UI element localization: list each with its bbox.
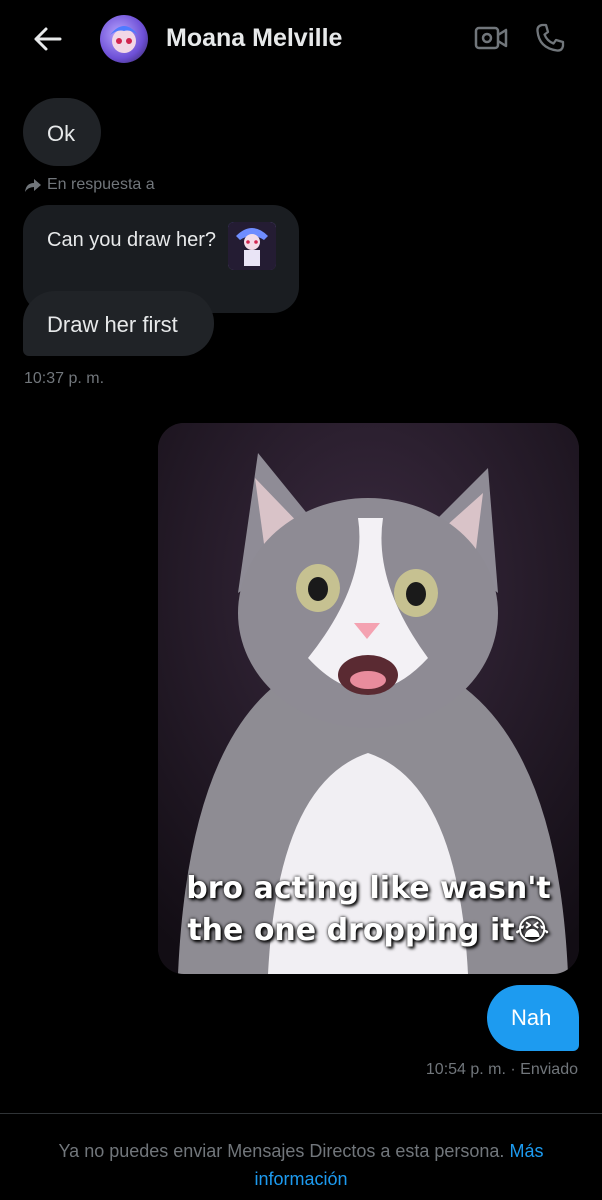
dm-restriction-notice: Ya no puedes enviar Mensajes Directos a … <box>20 1137 582 1193</box>
message-text: Ok <box>47 121 76 146</box>
avatar[interactable] <box>100 15 148 63</box>
message-timestamp-sent: 10:54 p. m. · Enviado <box>425 1061 578 1078</box>
reply-arrow-icon <box>25 179 41 192</box>
image-message[interactable]: bro acting like wasn't the one dropping … <box>158 423 579 974</box>
reply-label: En respuesta a <box>47 176 155 193</box>
image-caption-line: bro acting like wasn't <box>186 871 551 906</box>
back-arrow-icon[interactable] <box>30 24 64 54</box>
video-call-icon[interactable] <box>474 24 508 52</box>
divider <box>0 1113 602 1114</box>
message-bubble-received[interactable]: Ok <box>23 98 101 166</box>
message-bubble-received[interactable]: Draw her first <box>23 291 214 356</box>
message-text: Nah <box>511 1005 552 1030</box>
message-timestamp: 10:37 p. m. <box>24 370 105 387</box>
phone-icon[interactable] <box>534 22 566 54</box>
quoted-text: Can you draw her? <box>47 229 216 251</box>
notice-text: Ya no puedes enviar Mensajes Directos a … <box>58 1141 505 1161</box>
conversation-header: Moana Melville <box>0 0 602 80</box>
image-caption-line: the one dropping it😭 <box>187 913 550 948</box>
quoted-image-thumbnail[interactable] <box>228 222 276 270</box>
message-text: Draw her first <box>47 312 178 337</box>
message-bubble-sent[interactable]: Nah <box>487 985 579 1051</box>
page-title[interactable]: Moana Melville <box>166 24 342 53</box>
